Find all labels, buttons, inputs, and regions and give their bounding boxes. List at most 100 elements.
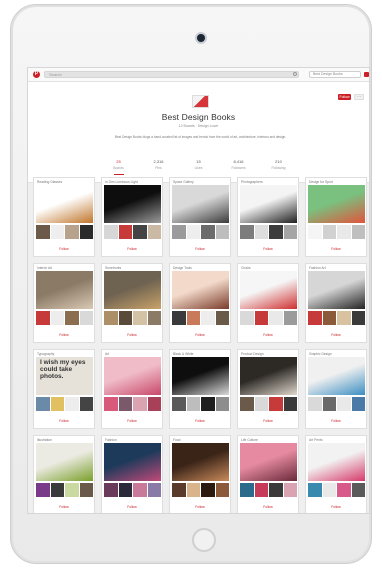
board-thumbnail[interactable] [254, 397, 268, 411]
board-thumbnail[interactable] [322, 483, 336, 497]
board-thumbnail[interactable] [36, 483, 50, 497]
follow-board-button[interactable]: Follow [170, 247, 230, 251]
follow-board-button[interactable]: Follow [306, 419, 366, 423]
board-thumbnail[interactable] [50, 225, 64, 239]
board-thumbnail[interactable] [118, 225, 132, 239]
board-cover-image[interactable] [172, 357, 229, 395]
board-thumbnail[interactable] [337, 483, 351, 497]
board-card[interactable]: Fashion Follow [101, 435, 163, 513]
board-thumbnail[interactable] [36, 225, 50, 239]
board-card[interactable]: Reading Glasses Follow [33, 177, 95, 257]
board-thumbnail[interactable] [104, 225, 118, 239]
board-thumbnail[interactable] [308, 311, 322, 325]
board-thumbnail[interactable] [269, 311, 283, 325]
board-thumbnail[interactable] [186, 483, 200, 497]
board-thumbnail[interactable] [240, 483, 254, 497]
board-thumbnail[interactable] [201, 311, 215, 325]
board-thumbnail[interactable] [240, 225, 254, 239]
board-thumbnail[interactable] [104, 311, 118, 325]
board-thumbnail[interactable] [79, 311, 93, 325]
pinterest-logo-icon[interactable]: P [33, 71, 40, 78]
board-cover-image[interactable] [36, 443, 93, 481]
board-card[interactable]: Black & White Follow [169, 349, 231, 429]
board-thumbnail[interactable] [65, 483, 79, 497]
board-thumbnail[interactable] [283, 311, 297, 325]
board-thumbnail[interactable] [215, 483, 229, 497]
search-input[interactable]: Search [44, 71, 299, 78]
board-card[interactable]: Interior Art Follow [33, 263, 95, 343]
board-thumbnail[interactable] [240, 311, 254, 325]
board-thumbnail[interactable] [65, 397, 79, 411]
board-cover-image[interactable] [240, 271, 297, 309]
follow-board-button[interactable]: Follow [238, 505, 298, 509]
follow-board-button[interactable]: Follow [34, 505, 94, 509]
board-card[interactable]: Illustration Follow [33, 435, 95, 513]
board-card[interactable]: Photographers Follow [237, 177, 299, 257]
board-thumbnail[interactable] [337, 225, 351, 239]
notifications-icon[interactable] [364, 72, 369, 77]
board-card[interactable]: In Dim Luminous Light Follow [101, 177, 163, 257]
board-thumbnail[interactable] [172, 397, 186, 411]
follow-button[interactable]: Follow [338, 94, 351, 100]
board-cover-image[interactable] [308, 185, 365, 223]
tab-likes[interactable]: 15 Likes [188, 155, 210, 177]
board-card[interactable]: Product Design Follow [237, 349, 299, 429]
board-thumbnail[interactable] [283, 397, 297, 411]
board-card[interactable]: Fashion Art Follow [305, 263, 367, 343]
board-thumbnail[interactable] [65, 225, 79, 239]
follow-board-button[interactable]: Follow [102, 247, 162, 251]
board-thumbnail[interactable] [351, 311, 365, 325]
board-thumbnail[interactable] [172, 311, 186, 325]
board-thumbnail[interactable] [186, 225, 200, 239]
more-options-button[interactable]: ··· [354, 94, 364, 100]
board-thumbnail[interactable] [254, 225, 268, 239]
board-card[interactable]: Food Follow [169, 435, 231, 513]
home-button[interactable] [192, 528, 216, 552]
board-thumbnail[interactable] [118, 397, 132, 411]
board-thumbnail[interactable] [269, 397, 283, 411]
board-thumbnail[interactable] [322, 397, 336, 411]
follow-board-button[interactable]: Follow [306, 333, 366, 337]
board-card[interactable]: Art Prints Follow [305, 435, 367, 513]
board-thumbnail[interactable] [133, 225, 147, 239]
board-thumbnail[interactable] [79, 225, 93, 239]
board-card[interactable]: Typography I wish my eyes could take phot… [33, 349, 95, 429]
board-cover-image[interactable]: I wish my eyes could take photos. [36, 357, 93, 395]
board-thumbnail[interactable] [351, 483, 365, 497]
board-cover-image[interactable] [104, 357, 161, 395]
board-thumbnail[interactable] [337, 311, 351, 325]
board-thumbnail[interactable] [79, 397, 93, 411]
board-thumbnail[interactable] [104, 397, 118, 411]
follow-board-button[interactable]: Follow [170, 505, 230, 509]
follow-board-button[interactable]: Follow [306, 505, 366, 509]
board-card[interactable]: Design for Sport Follow [305, 177, 367, 257]
board-thumbnail[interactable] [308, 225, 322, 239]
board-thumbnail[interactable] [172, 225, 186, 239]
tab-followers[interactable]: 8,416 Followers [228, 155, 250, 177]
board-thumbnail[interactable] [133, 311, 147, 325]
board-cover-image[interactable] [172, 443, 229, 481]
board-thumbnail[interactable] [351, 225, 365, 239]
board-card[interactable]: Design Tools Follow [169, 263, 231, 343]
tab-boards[interactable]: 25 Boards [108, 155, 130, 177]
follow-board-button[interactable]: Follow [306, 247, 366, 251]
board-thumbnail[interactable] [79, 483, 93, 497]
board-thumbnail[interactable] [118, 311, 132, 325]
board-thumbnail[interactable] [308, 397, 322, 411]
follow-board-button[interactable]: Follow [34, 333, 94, 337]
board-thumbnail[interactable] [322, 311, 336, 325]
follow-board-button[interactable]: Follow [34, 419, 94, 423]
board-card[interactable]: Storefronts Follow [101, 263, 163, 343]
board-thumbnail[interactable] [337, 397, 351, 411]
board-card[interactable]: Art Follow [101, 349, 163, 429]
board-thumbnail[interactable] [351, 397, 365, 411]
user-menu[interactable]: Best Design Books [309, 71, 361, 78]
board-cover-image[interactable] [36, 185, 93, 223]
board-thumbnail[interactable] [322, 225, 336, 239]
follow-board-button[interactable]: Follow [170, 419, 230, 423]
board-thumbnail[interactable] [50, 311, 64, 325]
follow-board-button[interactable]: Follow [102, 505, 162, 509]
board-card[interactable]: Space Gallery Follow [169, 177, 231, 257]
board-cover-image[interactable] [240, 357, 297, 395]
board-thumbnail[interactable] [147, 225, 161, 239]
